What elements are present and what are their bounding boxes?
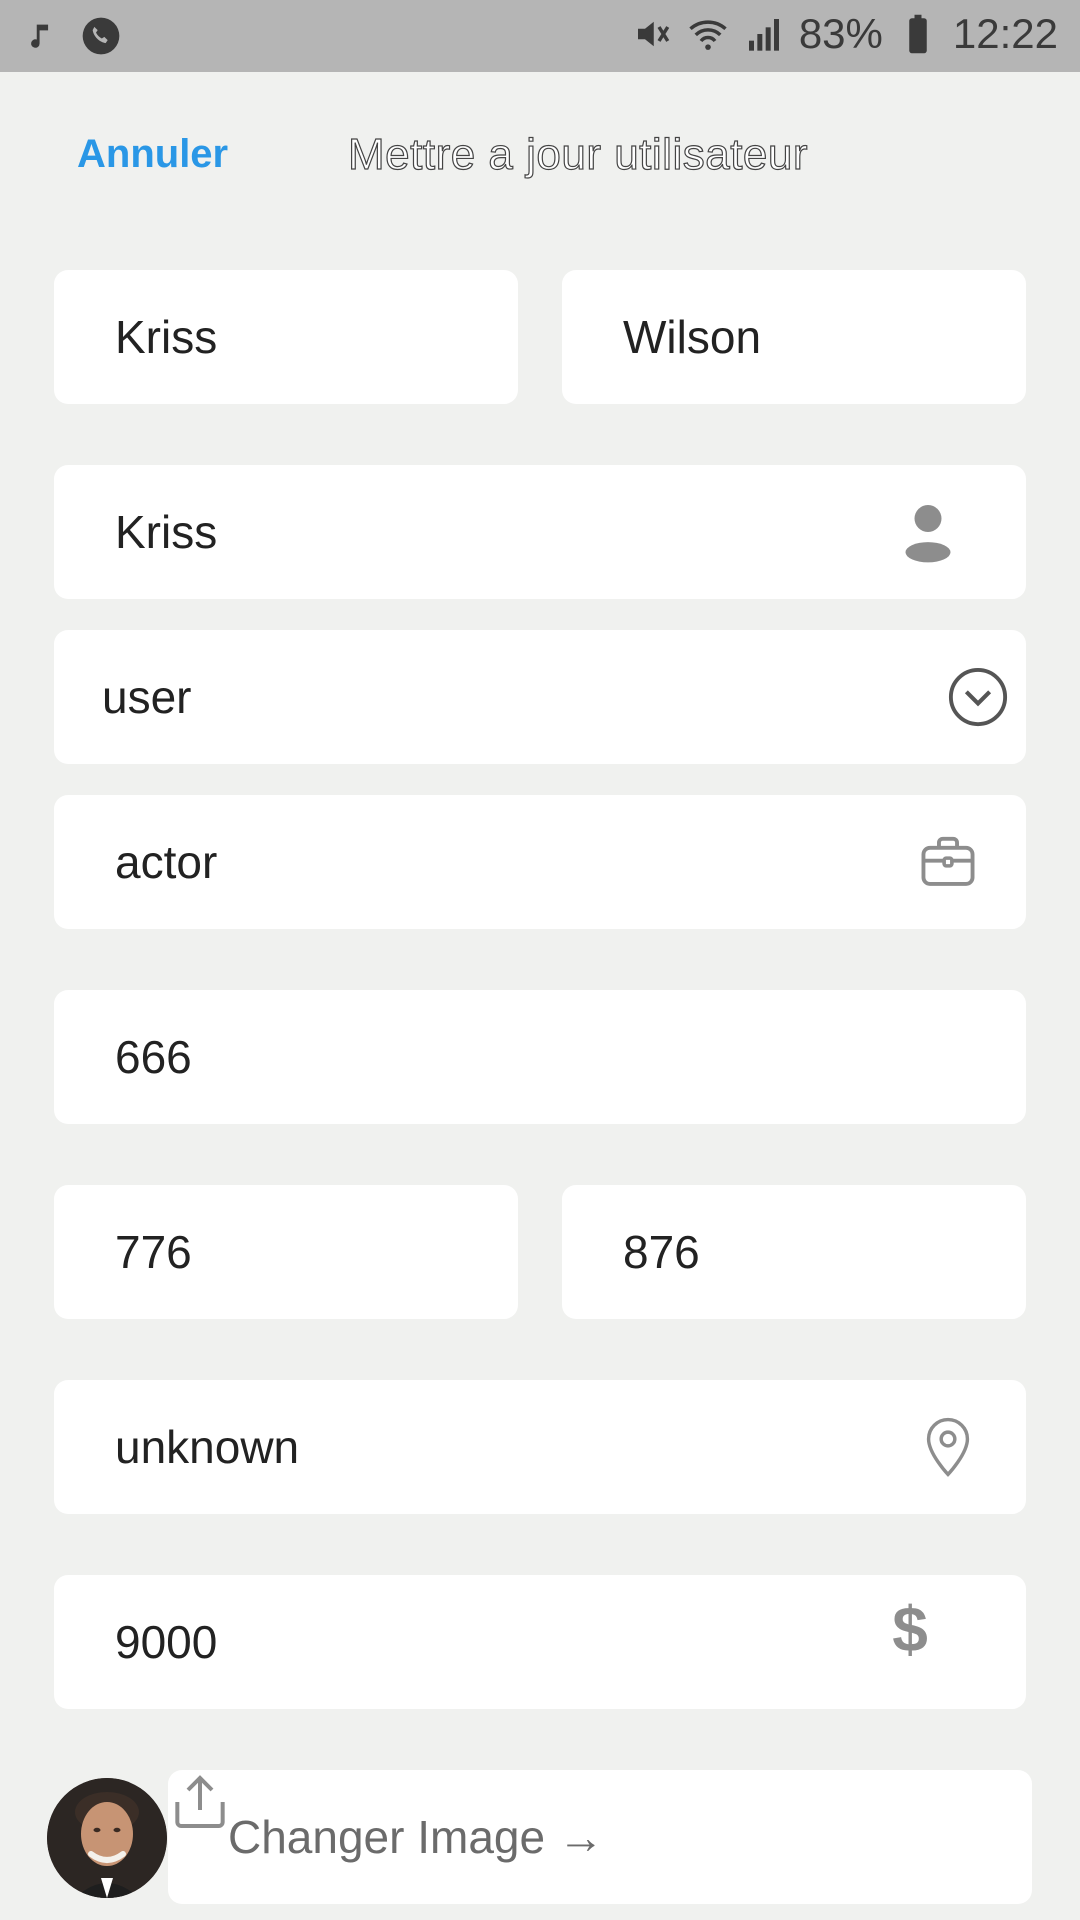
username-field[interactable]: Kriss bbox=[54, 465, 1026, 599]
clock: 12:22 bbox=[952, 10, 1058, 57]
cancel-button[interactable]: Annuler bbox=[77, 132, 228, 177]
change-image-label: Changer Image → bbox=[228, 1811, 604, 1863]
dollar-icon: $ bbox=[892, 1593, 928, 1665]
avatar-photo bbox=[47, 1778, 167, 1898]
user-icon bbox=[894, 498, 962, 566]
first-name-field[interactable]: Kriss bbox=[54, 270, 518, 404]
role-select[interactable]: user bbox=[54, 630, 1026, 764]
phone-icon bbox=[80, 14, 122, 58]
number-field-a-value: 666 bbox=[115, 1031, 192, 1083]
location-field[interactable]: unknown bbox=[54, 1380, 1026, 1514]
battery-percent: 83% bbox=[798, 10, 883, 57]
role-value: user bbox=[102, 671, 192, 723]
last-name-value: Wilson bbox=[623, 311, 762, 363]
number-field-b-value: 776 bbox=[115, 1226, 192, 1278]
salary-value: 9000 bbox=[115, 1616, 218, 1668]
profession-value: actor bbox=[115, 836, 218, 888]
last-name-field[interactable]: Wilson bbox=[562, 270, 1026, 404]
wifi-icon bbox=[687, 12, 729, 56]
number-field-c[interactable]: 876 bbox=[562, 1185, 1026, 1319]
briefcase-icon bbox=[914, 828, 982, 896]
change-image-button[interactable]: Changer Image → bbox=[168, 1770, 1032, 1904]
avatar[interactable] bbox=[47, 1778, 167, 1898]
upload-icon bbox=[168, 1775, 232, 1838]
profession-field[interactable]: actor bbox=[54, 795, 1026, 929]
location-value: unknown bbox=[115, 1421, 300, 1473]
username-value: Kriss bbox=[115, 506, 218, 558]
battery-icon bbox=[897, 12, 939, 56]
mute-icon bbox=[631, 12, 673, 56]
header: Annuler Mettre a jour utilisateur bbox=[0, 72, 1080, 242]
signal-icon bbox=[743, 12, 785, 56]
salary-field[interactable]: 9000 $ bbox=[54, 1575, 1026, 1709]
music-note-icon bbox=[20, 14, 62, 58]
number-field-b[interactable]: 776 bbox=[54, 1185, 518, 1319]
page-title: Mettre a jour utilisateur bbox=[347, 129, 809, 179]
number-field-a[interactable]: 666 bbox=[54, 990, 1026, 1124]
first-name-value: Kriss bbox=[115, 311, 218, 363]
number-field-c-value: 876 bbox=[623, 1226, 700, 1278]
status-bar: 83% 12:22 bbox=[0, 0, 1080, 72]
chevron-down-icon[interactable] bbox=[944, 663, 1012, 731]
location-pin-icon bbox=[914, 1413, 982, 1481]
